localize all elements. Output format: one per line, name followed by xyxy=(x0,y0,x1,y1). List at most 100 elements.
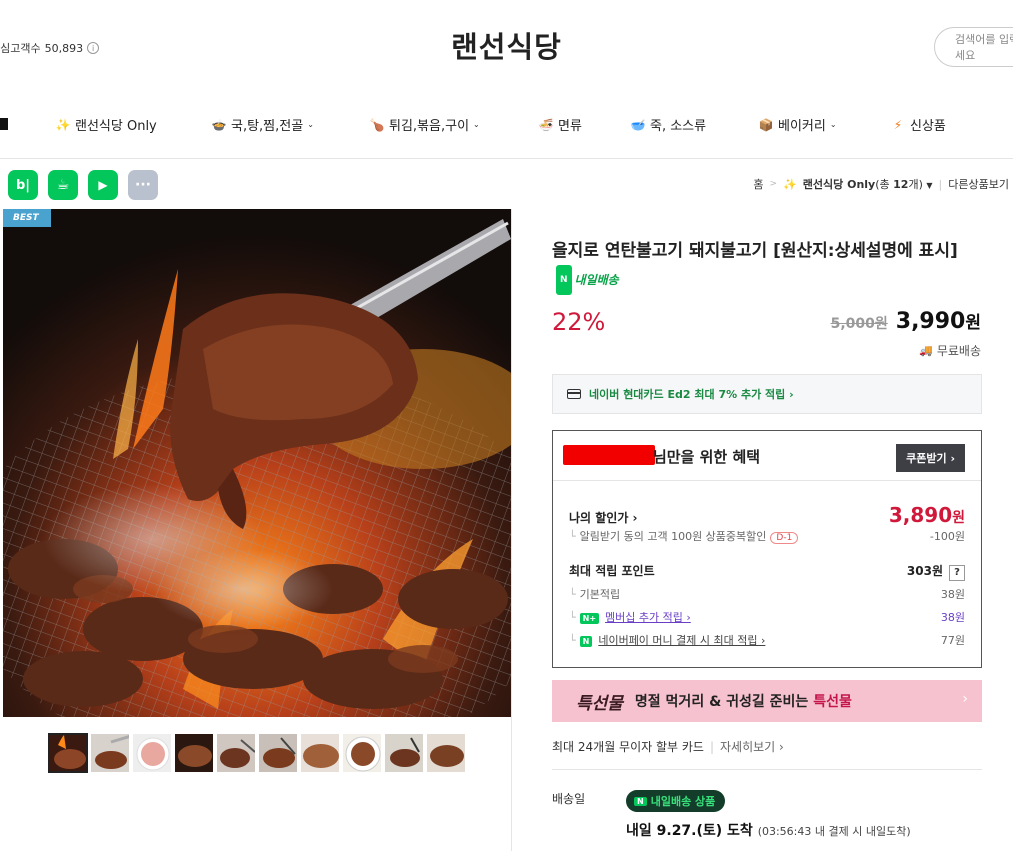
thumbnail-image[interactable] xyxy=(300,733,340,773)
store-header: 관심고객수 50,893 i 랜선식당 검색어를 입력해보세요 xyxy=(0,0,1013,95)
nav-item-label: 국,탕,찜,전골 xyxy=(231,119,304,134)
arrival-date: 내일 9.27.(토) 도착 xyxy=(626,823,753,839)
naver-pay-icon: N xyxy=(579,636,593,647)
delivery-badge-label: 내일배송 상품 xyxy=(650,795,716,808)
max-point-label: 최대 적립 포인트 xyxy=(569,564,655,578)
nav-item-new[interactable]: ⚡ 신상품 xyxy=(890,115,946,135)
more-share-button[interactable]: ··· xyxy=(128,170,158,200)
nav-item-only[interactable]: ✨ 랜선식당 Only xyxy=(55,115,157,135)
chevron-down-icon: ⌄ xyxy=(829,120,837,129)
shipping-label: 무료배송 xyxy=(936,344,981,358)
nav-item-bakery[interactable]: 📦 베이커리 ⌄ xyxy=(758,115,837,135)
share-row: b| ☕ ▶ ··· 홈 > ✨ 랜선식당 Only(총 12개) ▼ | 다른… xyxy=(0,168,1013,202)
thumbnail-image[interactable] xyxy=(342,733,382,773)
npay-point-row: └ N 네이버페이 머니 결제 시 최대 적립 › 77원 xyxy=(569,632,965,648)
section-divider xyxy=(552,769,982,770)
best-badge: BEST xyxy=(3,209,51,227)
breadcrumb-count-suffix: 개) xyxy=(908,178,923,191)
price-row: 5,000원 3,990원 xyxy=(831,308,981,334)
nav-item-label: 죽, 소스류 xyxy=(650,119,707,134)
next-day-label: 내일배송 xyxy=(574,273,619,287)
bowl-icon: 🥣 xyxy=(630,117,646,132)
arrival-note: (03:56:43 내 결제 시 내일도착) xyxy=(757,825,911,838)
nav-item-porridge[interactable]: 🥣 죽, 소스류 xyxy=(630,115,707,135)
original-price: 5,000원 xyxy=(830,316,888,332)
thumbnail-image[interactable] xyxy=(90,733,130,773)
max-point-row: 최대 적립 포인트 303원? xyxy=(569,562,965,581)
chevron-down-icon: ⌄ xyxy=(473,120,480,129)
card-promo-text: 네이버 현대카드 Ed2 최대 7% 추가 적립 › xyxy=(589,388,794,401)
product-main-image[interactable]: BEST xyxy=(3,209,511,717)
grilled-meat-photo xyxy=(3,209,511,717)
redacted-username xyxy=(563,445,655,465)
installment-detail-link[interactable]: 자세히보기 › xyxy=(720,738,784,755)
my-discount-label[interactable]: 나의 할인가 › xyxy=(569,509,638,526)
membership-point: └ N+ 멤버십 추가 적립 › xyxy=(569,609,691,625)
thumbnail-image[interactable] xyxy=(426,733,466,773)
help-icon[interactable]: ? xyxy=(949,565,965,581)
my-discount-value: 3,890 xyxy=(888,503,953,527)
basic-point-value: 38원 xyxy=(940,588,965,601)
thumbnail-image[interactable] xyxy=(132,733,172,773)
banner-logo: 특선물 xyxy=(576,693,623,714)
max-point: 303원? xyxy=(907,562,965,581)
lightning-icon: ⚡ xyxy=(893,117,903,132)
thumbnail-image[interactable] xyxy=(258,733,298,773)
tree-connector: └ xyxy=(569,634,576,647)
next-day-delivery-badge: N 내일배송 상품 xyxy=(626,790,726,812)
sale-price: 3,990원 xyxy=(896,308,981,334)
nav-item-label: 신상품 xyxy=(910,119,946,134)
nav-item-label: 튀김,볶음,구이 xyxy=(389,119,470,134)
my-discount-price: 3,890원 xyxy=(889,503,965,527)
thumbnail-strip xyxy=(48,733,466,773)
thumbnail-image[interactable] xyxy=(216,733,256,773)
sparkle-icon: ✨ xyxy=(55,117,71,132)
breadcrumb-category-label: 랜선식당 Only xyxy=(802,178,876,191)
blog-share-button[interactable]: b| xyxy=(8,170,38,200)
coupon-button[interactable]: 쿠폰받기 › xyxy=(896,444,965,472)
breadcrumb-count: 12 xyxy=(893,178,909,191)
nav-item-noodles[interactable]: 🍜 면류 xyxy=(538,115,582,135)
my-discount-currency: 원 xyxy=(952,510,965,526)
nav-edge-icon[interactable] xyxy=(0,118,8,130)
cafe-share-button[interactable]: ☕ xyxy=(48,170,78,200)
product-title: 을지로 연탄불고기 돼지불고기 [원산지:상세설명에 표시] N 내일배송 xyxy=(552,237,988,295)
arrival-info: 내일 9.27.(토) 도착 (03:56:43 내 결제 시 내일도착) xyxy=(626,820,911,840)
my-discount-row: 나의 할인가 › 3,890원 xyxy=(569,503,965,527)
banner-text-prefix: 명절 먹거리 & 귀성길 준비는 xyxy=(634,694,814,710)
store-name[interactable]: 랜선식당 xyxy=(0,24,1013,66)
nav-item-fried[interactable]: 🍗 튀김,볶음,구이 ⌄ xyxy=(369,115,480,135)
breadcrumb-category[interactable]: 랜선식당 Only(총 12개) ▼ xyxy=(803,176,933,192)
naver-plus-icon: N+ xyxy=(579,613,600,624)
npay-link[interactable]: 네이버페이 머니 결제 시 최대 적립 › xyxy=(598,634,765,647)
thumbnail-image[interactable] xyxy=(174,733,214,773)
nav-item-label: 면류 xyxy=(558,119,582,134)
breadcrumb-home[interactable]: 홈 xyxy=(753,176,763,192)
alarm-amount: -100원 xyxy=(929,530,965,543)
bookmark-share-button[interactable]: ▶ xyxy=(88,170,118,200)
membership-link[interactable]: 멤버십 추가 적립 › xyxy=(605,611,691,624)
search-input[interactable]: 검색어를 입력해보세요 xyxy=(934,27,1013,67)
thumbnail-image[interactable] xyxy=(384,733,424,773)
naver-n-icon: N xyxy=(634,796,647,806)
nav-item-soup[interactable]: 🍲 국,탕,찜,전골 ⌄ xyxy=(211,115,314,135)
npay-point: └ N 네이버페이 머니 결제 시 최대 적립 › xyxy=(569,632,765,648)
holiday-banner[interactable]: 특선물 명절 먹거리 & 귀성길 준비는 특선물 › xyxy=(552,680,982,722)
thumbnail-image[interactable] xyxy=(48,733,88,773)
nav-item-label: 랜선식당 Only xyxy=(75,119,157,134)
alarm-discount: └ 알림받기 동의 고객 100원 상품중복할인 D-1 xyxy=(569,528,799,544)
sale-price-currency: 원 xyxy=(965,313,981,333)
tree-connector: └ xyxy=(569,611,576,624)
benefit-header: 님만을 위한 혜택 쿠폰받기 › xyxy=(553,431,981,481)
delivery-label: 배송일 xyxy=(552,792,586,806)
product-title-text: 을지로 연탄불고기 돼지불고기 [원산지:상세설명에 표시] xyxy=(552,241,958,261)
breadcrumb-count-prefix: (총 xyxy=(875,178,894,191)
card-promo-banner[interactable]: 네이버 현대카드 Ed2 최대 7% 추가 적립 › xyxy=(552,374,982,414)
next-day-badge: N 내일배송 xyxy=(556,265,619,295)
caret-down-icon: ▼ xyxy=(926,181,933,190)
d-day-badge: D-1 xyxy=(770,532,799,544)
other-products-link[interactable]: 다른상품보기 xyxy=(948,176,1009,192)
soup-icon: 🍲 xyxy=(211,117,227,132)
tree-connector: └ xyxy=(569,530,576,543)
installment-text: 최대 24개월 무이자 할부 카드 xyxy=(552,740,704,754)
